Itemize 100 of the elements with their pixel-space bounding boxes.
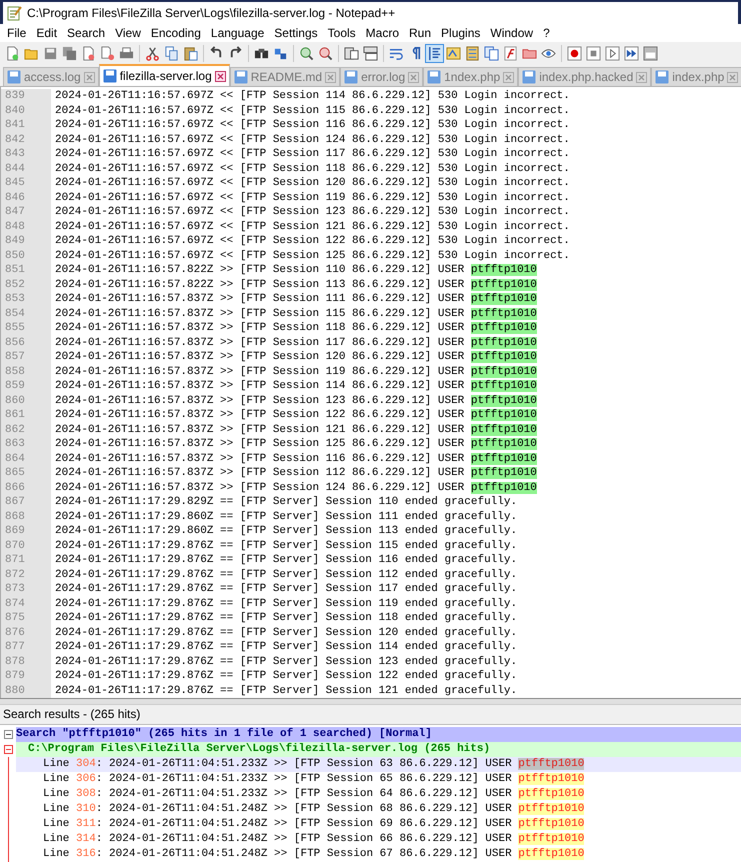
toolbar-button[interactable] bbox=[565, 44, 584, 62]
line-number: 871 bbox=[1, 553, 51, 568]
code-line: 2024-01-26T11:16:57.837Z >> [FTP Session 123 86.6.229.12] USER ptfftp1010 bbox=[54, 394, 537, 408]
toolbar-button[interactable] bbox=[622, 44, 641, 62]
code-line: 2024-01-26T11:16:57.697Z << [FTP Session 117 86.6.229.12] 530 Login incorrect. bbox=[54, 147, 570, 162]
menu-item[interactable]: View bbox=[110, 26, 146, 40]
code-line: 2024-01-26T11:17:29.876Z == [FTP Server] Session 122 ended gracefully. bbox=[54, 669, 518, 684]
toolbar-button[interactable] bbox=[603, 44, 622, 62]
line-number: 880 bbox=[1, 684, 51, 698]
line-number: 872 bbox=[1, 568, 51, 582]
line-number: 876 bbox=[1, 626, 51, 640]
menu-item[interactable]: Run bbox=[404, 26, 436, 40]
code-line: 2024-01-26T11:17:29.860Z == [FTP Server] Session 113 ended gracefully. bbox=[54, 524, 518, 538]
code-line: 2024-01-26T11:16:57.837Z >> [FTP Session 125 86.6.229.12] USER ptfftp1010 bbox=[54, 437, 537, 452]
code-line: 2024-01-26T11:16:57.837Z >> [FTP Session 112 86.6.229.12] USER ptfftp1010 bbox=[54, 466, 537, 480]
line-number: 863 bbox=[1, 437, 51, 452]
menu-item[interactable]: Encoding bbox=[146, 26, 206, 40]
code-line: 2024-01-26T11:16:57.697Z << [FTP Session 125 86.6.229.12] 530 Login incorrect. bbox=[54, 248, 570, 263]
line-number: 858 bbox=[1, 364, 51, 379]
menu-item[interactable]: Settings bbox=[269, 26, 323, 40]
result-line[interactable]: Line 310: 2024-01-26T11:04:51.248Z >> [FTP Session 68 86.6.229.12] USER ptfftp1010 bbox=[16, 802, 741, 817]
code-line: 2024-01-26T11:17:29.829Z == [FTP Server] Session 110 ended gracefully. bbox=[54, 495, 518, 510]
code-line: 2024-01-26T11:16:57.837Z >> [FTP Session 124 86.6.229.12] USER ptfftp1010 bbox=[54, 480, 537, 495]
print-icon bbox=[119, 46, 134, 60]
indent-icon bbox=[427, 46, 442, 60]
line-number: 865 bbox=[1, 466, 51, 480]
code-line: 2024-01-26T11:16:57.837Z >> [FTP Session 120 86.6.229.12] USER ptfftp1010 bbox=[54, 350, 537, 364]
code-line: 2024-01-26T11:16:57.822Z >> [FTP Session 113 86.6.229.12] USER ptfftp1010 bbox=[54, 278, 537, 292]
code-line: 2024-01-26T11:17:29.876Z == [FTP Server] Session 120 ended gracefully. bbox=[54, 626, 518, 640]
menu-item[interactable]: Plugins bbox=[436, 26, 486, 40]
window-title: C:\Program Files\FileZilla Server\Logs\filezilla-server.log - Notepad++ bbox=[27, 6, 396, 20]
code-line: 2024-01-26T11:16:57.697Z << [FTP Session 116 86.6.229.12] 530 Login incorrect. bbox=[54, 118, 570, 132]
code-line: 2024-01-26T11:16:57.837Z >> [FTP Session 114 86.6.229.12] USER ptfftp1010 bbox=[54, 379, 537, 394]
redo-icon bbox=[228, 46, 243, 60]
code-line: 2024-01-26T11:16:57.837Z >> [FTP Session 117 86.6.229.12] USER ptfftp1010 bbox=[54, 336, 537, 350]
line-number: 869 bbox=[1, 524, 51, 538]
code-line: 2024-01-26T11:16:57.837Z >> [FTP Session 116 86.6.229.12] USER ptfftp1010 bbox=[54, 452, 537, 466]
file-tab[interactable]: filezilla-server.log bbox=[98, 64, 230, 86]
line-number: 861 bbox=[1, 408, 51, 422]
file-result[interactable]: C:\Program Files\FileZilla Server\Logs\filezilla-server.log (265 hits) bbox=[16, 742, 741, 757]
line-number: 847 bbox=[1, 205, 51, 220]
result-line[interactable]: Line 308: 2024-01-26T11:04:51.233Z >> [FTP Session 64 86.6.229.12] USER ptfftp1010 bbox=[16, 787, 741, 802]
menu-item[interactable]: Macro bbox=[360, 26, 404, 40]
search-summary[interactable]: Search "ptfftp1010" (265 hits in 1 file of 1 searched) [Normal] bbox=[16, 727, 741, 742]
result-line[interactable]: Line 306: 2024-01-26T11:04:51.233Z >> [FTP Session 65 86.6.229.12] USER ptfftp1010 bbox=[16, 772, 741, 787]
line-number: 852 bbox=[1, 278, 51, 292]
menu-item[interactable]: Search bbox=[62, 26, 110, 40]
menu-item[interactable]: ? bbox=[538, 26, 555, 40]
line-number: 846 bbox=[1, 190, 51, 205]
code-line: 2024-01-26T11:16:57.837Z >> [FTP Session 111 86.6.229.12] USER ptfftp1010 bbox=[54, 292, 537, 306]
line-number: 879 bbox=[1, 669, 51, 684]
code-line: 2024-01-26T11:17:29.876Z == [FTP Server] Session 119 ended gracefully. bbox=[54, 596, 518, 611]
line-number: 860 bbox=[1, 394, 51, 408]
collapse-icon[interactable] bbox=[4, 745, 12, 754]
menu-item[interactable]: Window bbox=[485, 26, 538, 40]
code-line: 2024-01-26T11:16:57.822Z >> [FTP Session 110 86.6.229.12] USER ptfftp1010 bbox=[54, 263, 537, 278]
menu-item[interactable]: Language bbox=[206, 26, 270, 40]
notepad-icon bbox=[6, 5, 22, 21]
line-number: 862 bbox=[1, 422, 51, 437]
line-number: 873 bbox=[1, 582, 51, 596]
line-number: 870 bbox=[1, 538, 51, 553]
line-number: 857 bbox=[1, 350, 51, 364]
code-line: 2024-01-26T11:16:57.697Z << [FTP Session 123 86.6.229.12] 530 Login incorrect. bbox=[54, 205, 570, 220]
code-line: 2024-01-26T11:17:29.876Z == [FTP Server] Session 121 ended gracefully. bbox=[54, 684, 518, 698]
code-line: 2024-01-26T11:16:57.697Z << [FTP Session 120 86.6.229.12] 530 Login incorrect. bbox=[54, 176, 570, 190]
code-line: 2024-01-26T11:16:57.697Z << [FTP Session 119 86.6.229.12] 530 Login incorrect. bbox=[54, 190, 570, 205]
menu-item[interactable]: Edit bbox=[31, 26, 62, 40]
code-line: 2024-01-26T11:16:57.697Z << [FTP Session 124 86.6.229.12] 530 Login incorrect. bbox=[54, 132, 570, 147]
line-number: 855 bbox=[1, 321, 51, 336]
line-number: 859 bbox=[1, 379, 51, 394]
line-number: 844 bbox=[1, 162, 51, 176]
code-line: 2024-01-26T11:17:29.876Z == [FTP Server] Session 115 ended gracefully. bbox=[54, 538, 518, 553]
result-line[interactable]: Line 311: 2024-01-26T11:04:51.248Z >> [FTP Session 69 86.6.229.12] USER ptfftp1010 bbox=[16, 817, 741, 832]
line-number: 843 bbox=[1, 147, 51, 162]
toolbar-button[interactable] bbox=[482, 44, 501, 62]
code-line: 2024-01-26T11:16:57.697Z << [FTP Session 121 86.6.229.12] 530 Login incorrect. bbox=[54, 220, 570, 234]
code-line: 2024-01-26T11:17:29.876Z == [FTP Server] Session 116 ended gracefully. bbox=[54, 553, 518, 568]
undo-icon bbox=[209, 46, 224, 60]
result-line[interactable]: Line 314: 2024-01-26T11:04:51.248Z >> [FTP Session 66 86.6.229.12] USER ptfftp1010 bbox=[16, 832, 741, 847]
code-line: 2024-01-26T11:17:29.860Z == [FTP Server] Session 111 ended gracefully. bbox=[54, 510, 518, 524]
toolbar-button[interactable] bbox=[425, 44, 444, 62]
line-number: 874 bbox=[1, 596, 51, 611]
collapse-icon[interactable] bbox=[4, 730, 12, 739]
line-number: 849 bbox=[1, 234, 51, 248]
zoom-in-icon bbox=[299, 46, 314, 60]
line-number: 878 bbox=[1, 654, 51, 669]
stop-icon bbox=[586, 46, 601, 60]
save-icon bbox=[43, 46, 58, 60]
result-line[interactable]: Line 316: 2024-01-26T11:04:51.248Z >> [FTP Session 67 86.6.229.12] USER ptfftp1010 bbox=[16, 847, 741, 862]
splitter-bar[interactable] bbox=[0, 698, 741, 705]
menu-item[interactable]: Tools bbox=[322, 26, 361, 40]
menu-item[interactable]: File bbox=[2, 26, 32, 40]
line-number: 856 bbox=[1, 336, 51, 350]
record-icon bbox=[567, 46, 582, 60]
line-number: 875 bbox=[1, 611, 51, 626]
code-line: 2024-01-26T11:16:57.837Z >> [FTP Session 115 86.6.229.12] USER ptfftp1010 bbox=[54, 306, 537, 321]
code-line: 2024-01-26T11:16:57.837Z >> [FTP Session 121 86.6.229.12] USER ptfftp1010 bbox=[54, 422, 537, 437]
toolbar-button[interactable] bbox=[361, 44, 380, 62]
code-line: 2024-01-26T11:16:57.697Z << [FTP Session 118 86.6.229.12] 530 Login incorrect. bbox=[54, 162, 570, 176]
line-number: 866 bbox=[1, 480, 51, 495]
